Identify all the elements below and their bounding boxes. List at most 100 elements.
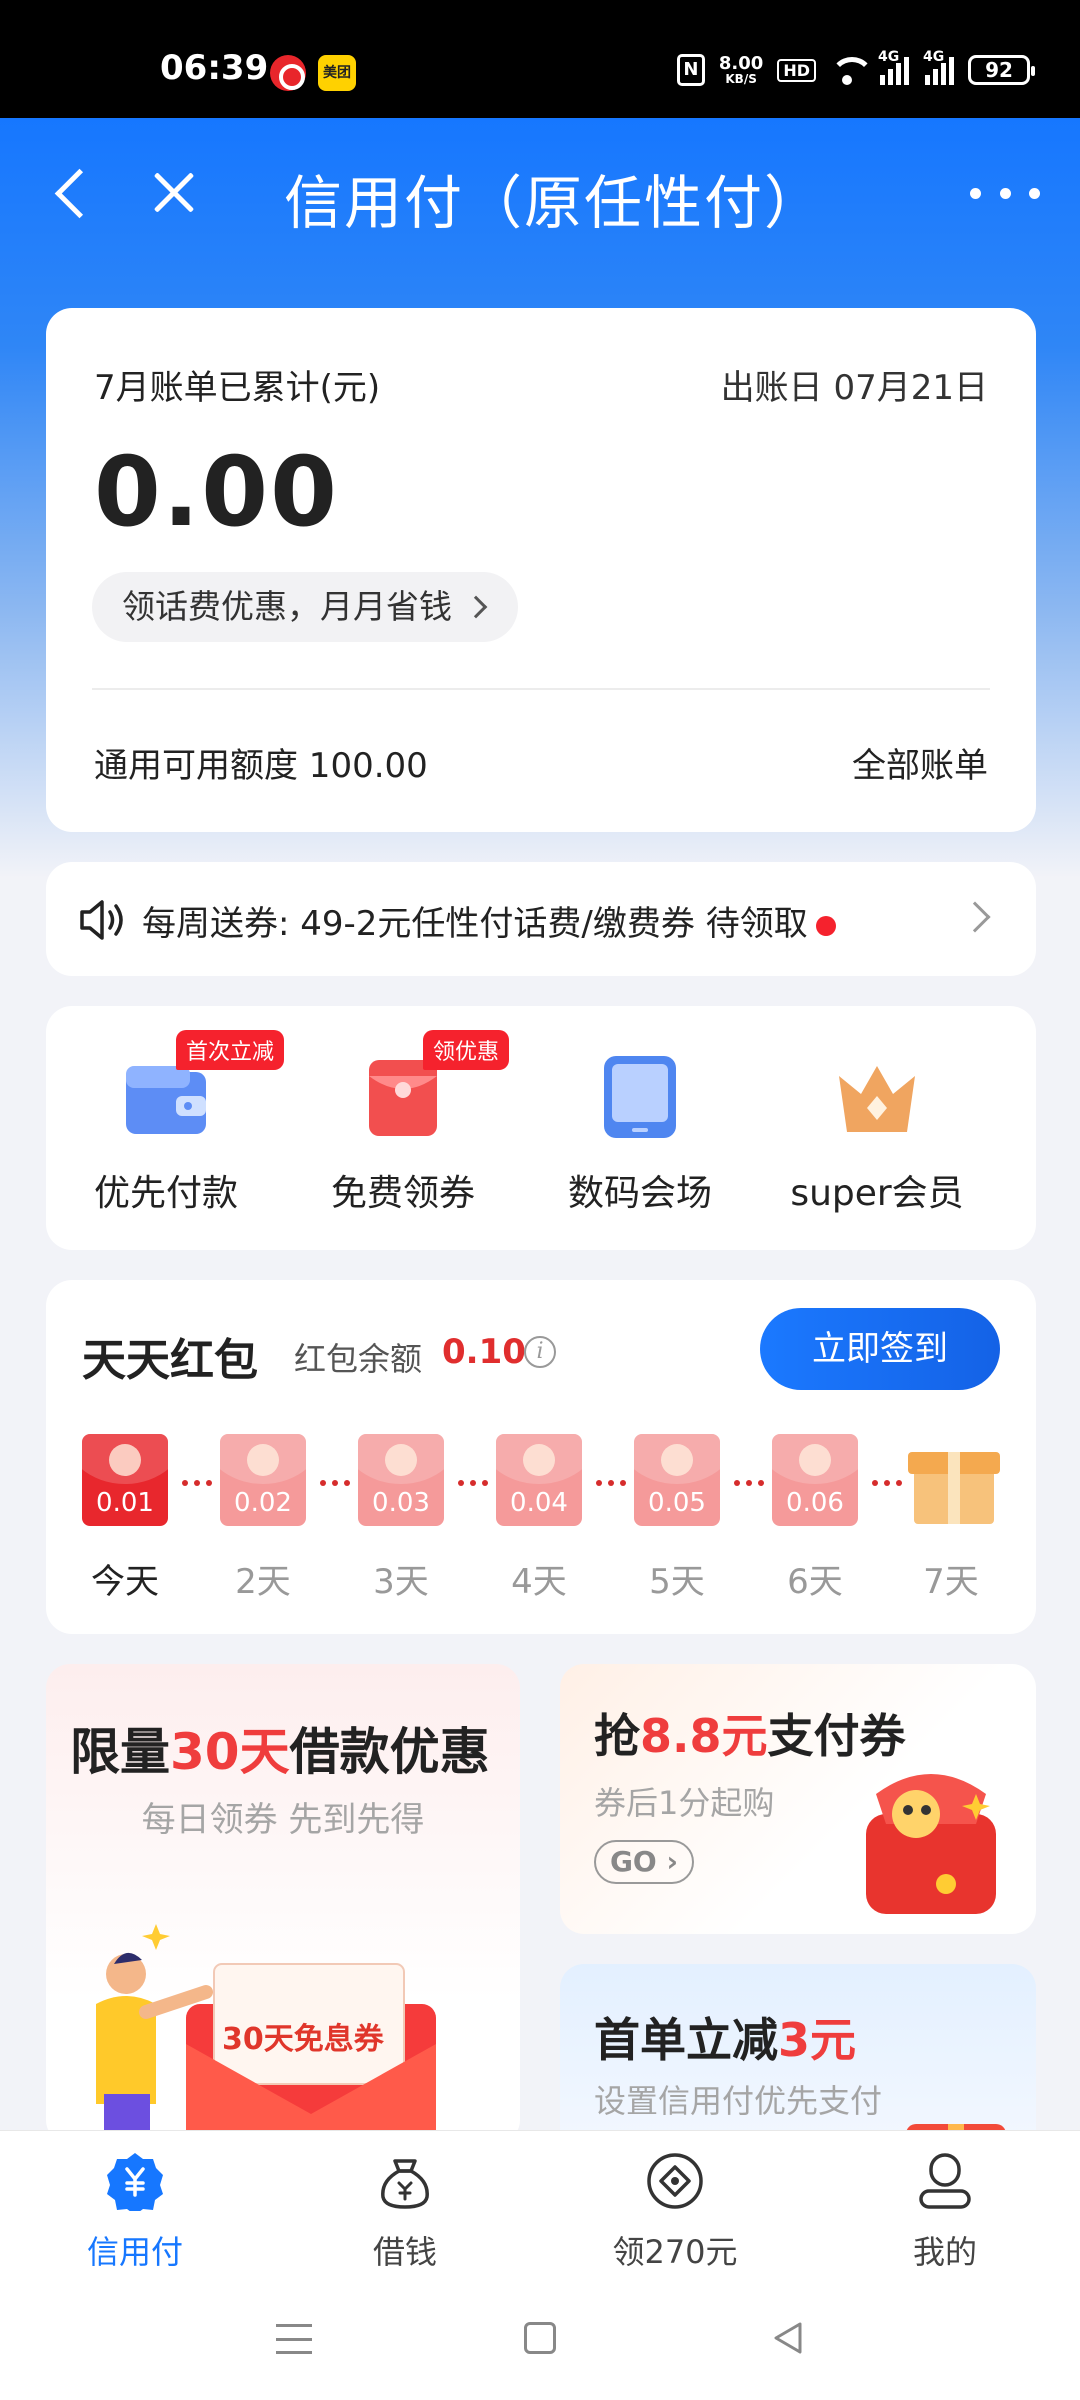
home-button[interactable]: [524, 2322, 556, 2354]
first-order-title: 首单立减3元: [594, 2004, 856, 2070]
daily-red-packet-card: 天天红包 红包余额 0.10 i 立即签到 0.01 今天 0.02 2天 0.…: [46, 1280, 1036, 1634]
battery-icon: 92: [968, 55, 1035, 85]
network-speed-value: 8.00: [718, 53, 764, 74]
progress-dots: [182, 1480, 212, 1486]
money-bag-icon: [381, 2159, 429, 2209]
day-item-5: 0.05 5天: [634, 1434, 720, 1603]
loan-promo-title-highlight: 30天: [170, 1723, 290, 1781]
more-menu-button[interactable]: [970, 168, 1040, 218]
promo-pill-label: 领话费优惠，月月省钱: [122, 587, 452, 626]
day-label: 今天: [91, 1562, 159, 1602]
loan-promo-title-pre: 限量: [70, 1723, 170, 1781]
go-button[interactable]: GO ›: [594, 1840, 694, 1884]
red-envelope-icon: 0.01: [82, 1434, 168, 1526]
day-item-3: 0.03 3天: [358, 1434, 444, 1603]
info-icon[interactable]: i: [524, 1336, 556, 1368]
notice-text-label: 每周送券: 49-2元任性付话费/缴费券 待领取: [142, 904, 808, 944]
chevron-right-icon: [464, 595, 488, 619]
day-item-1: 0.01 今天: [82, 1434, 168, 1603]
tab-label: 领270元: [612, 2233, 738, 2271]
first-order-title-highlight: 3元: [778, 2013, 857, 2067]
bill-card[interactable]: 7月账单已累计(元) 出账日 07月21日 0.00 领话费优惠，月月省钱 通用…: [46, 308, 1036, 832]
progress-dots: [458, 1480, 488, 1486]
network-speed: 8.00 KB/S: [718, 53, 764, 86]
chevron-right-icon: [959, 901, 991, 933]
tab-label: 借钱: [372, 2233, 437, 2271]
back-triangle-icon[interactable]: [770, 2320, 806, 2356]
quick-action-priority-pay[interactable]: 首次立减 优先付款: [46, 1006, 286, 1250]
quick-action-free-coupons[interactable]: 领优惠 免费领券: [283, 1006, 523, 1250]
day-amount: 0.04: [510, 1488, 568, 1518]
day-label: 7天: [923, 1562, 979, 1602]
signal-label-2: 4G: [923, 49, 945, 65]
day-label: 3天: [373, 1562, 429, 1602]
nav-bar: 信用付（原任性付）: [0, 118, 1080, 268]
day-amount: 0.05: [648, 1488, 706, 1518]
page-title: 信用付（原任性付）: [284, 169, 825, 237]
notice-text: 每周送券: 49-2元任性付话费/缴费券 待领取: [142, 896, 836, 945]
gift-box-icon: [908, 1434, 1000, 1526]
day-amount: 0.02: [234, 1488, 292, 1518]
go-button-label: GO: [609, 1845, 657, 1878]
profile-icon: [919, 2153, 971, 2209]
bottom-tab-bar: 信用付 借钱 领270元 我的: [0, 2130, 1080, 2280]
bank-app-icon: [270, 55, 306, 91]
day-amount: 0.01: [96, 1488, 154, 1518]
progress-dots: [596, 1480, 626, 1486]
phone-bill-promo-button[interactable]: 领话费优惠，月月省钱: [92, 572, 518, 642]
tab-credit-pay[interactable]: 信用付: [0, 2131, 270, 2281]
signal-label-1: 4G: [878, 49, 900, 65]
red-packet-balance: 0.10: [442, 1332, 526, 1372]
back-button[interactable]: [40, 158, 100, 228]
diamond-coin-icon: [647, 2153, 703, 2209]
tab-label: 信用付: [86, 2233, 183, 2271]
sign-in-button[interactable]: 立即签到: [760, 1308, 1000, 1390]
credit-pay-icon: [107, 2153, 163, 2211]
available-credit: 通用可用额度 100.00: [94, 746, 428, 786]
quick-actions: 首次立减 优先付款 领优惠 免费领券 数码会场 super会员: [46, 1006, 1036, 1250]
loan-promo-title: 限量30天借款优惠: [70, 1712, 490, 1784]
unread-dot: [815, 915, 836, 936]
close-button[interactable]: [140, 158, 210, 228]
day-label: 4天: [511, 1562, 567, 1602]
hd-voice-icon: HD: [777, 58, 816, 82]
first-order-subtitle: 设置信用付优先支付: [594, 2082, 883, 2120]
recent-apps-button[interactable]: [276, 2324, 312, 2354]
quick-action-label: 数码会场: [567, 1173, 712, 1214]
crown-icon: [839, 1066, 915, 1132]
payment-coupon-title-highlight: 8.8元: [640, 1709, 768, 1763]
tab-borrow[interactable]: 借钱: [270, 2131, 540, 2281]
tab-claim-reward[interactable]: 领270元: [540, 2131, 810, 2281]
day-label: 5天: [649, 1562, 705, 1602]
status-indicators: N 8.00 KB/S HD 4G 4G 92: [676, 49, 1035, 90]
payment-coupon-tile[interactable]: 抢8.8元支付券 券后1分起购 GO ›: [560, 1664, 1036, 1934]
quick-action-label: super会员: [790, 1173, 964, 1214]
bill-due-date: 出账日 07月21日: [720, 368, 988, 408]
signal-icon-1: 4G: [878, 49, 909, 85]
gift-box-illustration: [866, 1774, 996, 1914]
meituan-app-icon: 美团: [318, 55, 356, 91]
tab-mine[interactable]: 我的: [810, 2131, 1080, 2281]
speaker-icon: [80, 900, 123, 940]
red-envelope-icon: 0.03: [358, 1434, 444, 1526]
free-interest-coupon-label: 30天免息券: [222, 2022, 384, 2057]
quick-action-digital-mall[interactable]: 数码会场: [520, 1006, 760, 1250]
nfc-icon: N: [676, 54, 705, 86]
quick-action-super-member[interactable]: super会员: [757, 1006, 997, 1250]
red-envelope-icon: 0.04: [496, 1434, 582, 1526]
network-speed-unit: KB/S: [725, 72, 757, 86]
payment-coupon-title-pre: 抢: [594, 1709, 640, 1763]
red-envelope-icon: 0.06: [772, 1434, 858, 1526]
red-packet-balance-label: 红包余额: [294, 1340, 423, 1378]
quick-action-label: 免费领券: [330, 1173, 475, 1214]
red-envelope-icon: 0.02: [220, 1434, 306, 1526]
tablet-icon: [604, 1056, 676, 1138]
status-bar: 06:39 美团 N 8.00 KB/S HD 4G 4G 92: [0, 0, 1080, 118]
wifi-icon: [830, 57, 874, 85]
weekly-coupon-notice[interactable]: 每周送券: 49-2元任性付话费/缴费券 待领取: [46, 862, 1036, 976]
day-amount: 0.06: [786, 1488, 844, 1518]
all-bills-link[interactable]: 全部账单: [852, 738, 988, 787]
tab-label: 我的: [912, 2233, 977, 2271]
loan-promo-tile[interactable]: 限量30天借款优惠 每日领券 先到先得 30天免息券: [46, 1664, 520, 2144]
loan-promo-title-post: 借款优惠: [289, 1723, 490, 1781]
